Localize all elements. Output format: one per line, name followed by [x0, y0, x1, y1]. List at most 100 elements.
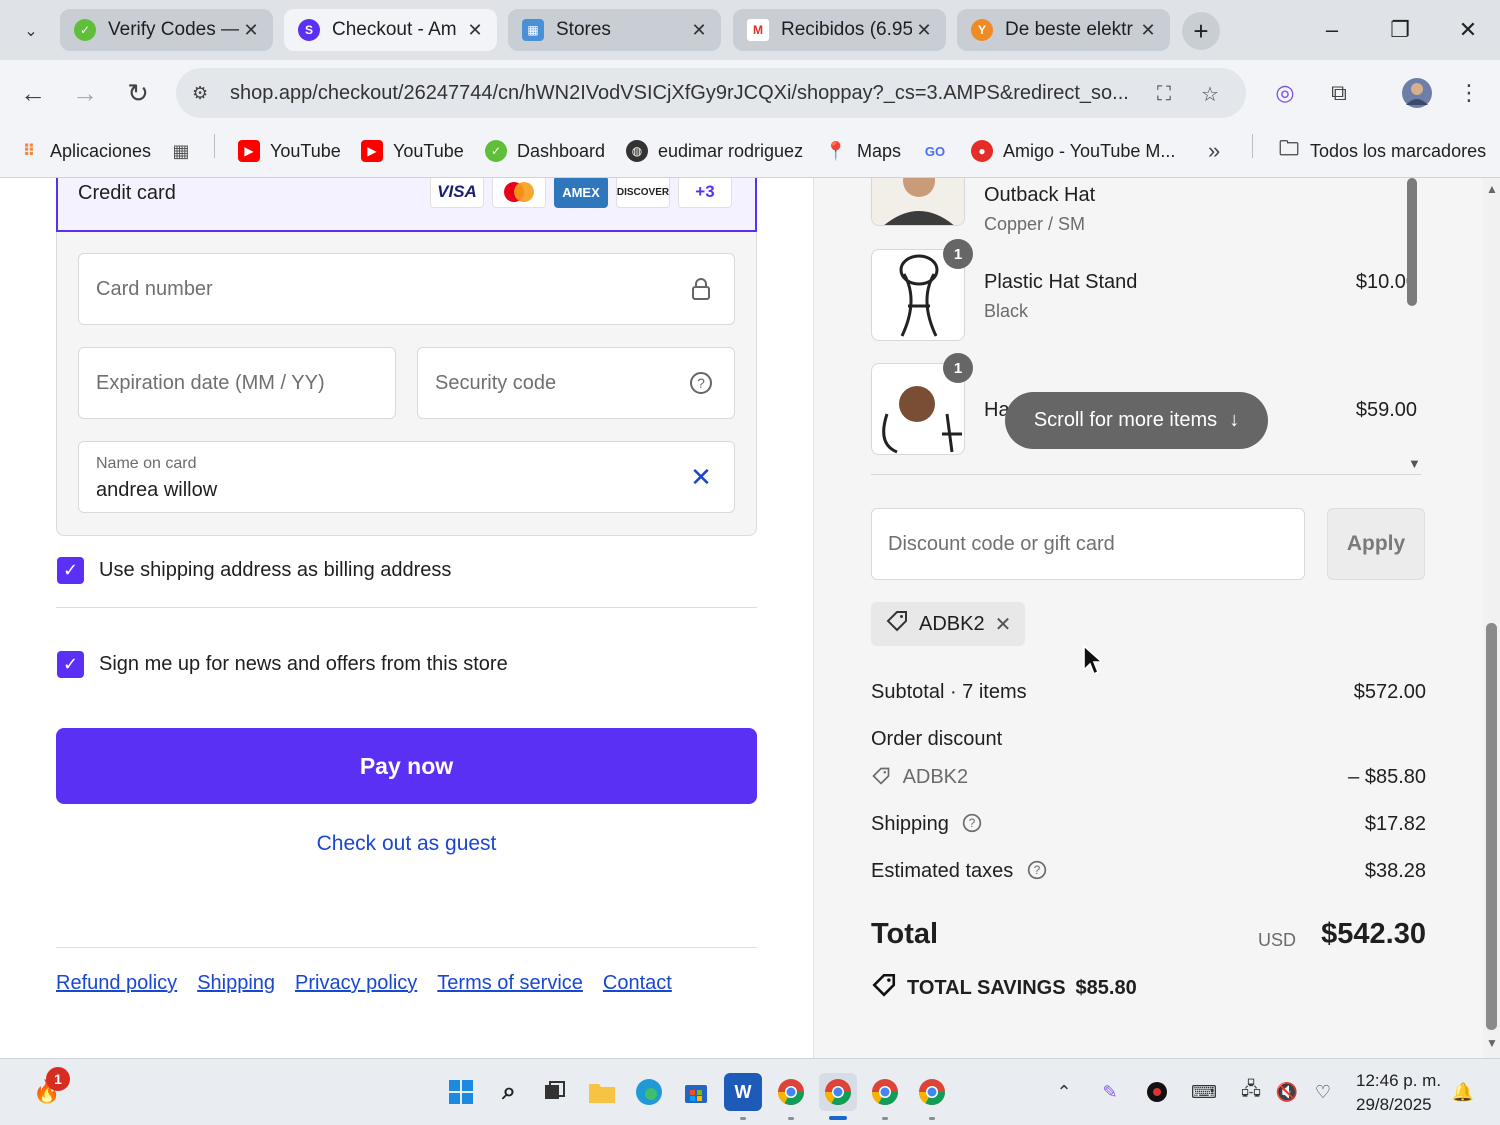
- search-icon[interactable]: ⌕: [490, 1073, 528, 1111]
- bookmark-dashboard[interactable]: ✓ Dashboard: [485, 136, 605, 166]
- total-row: Total USD $542.30: [871, 918, 1426, 950]
- help-icon[interactable]: ?: [1027, 860, 1047, 886]
- translate-icon[interactable]: ⛶: [1150, 80, 1178, 108]
- site-info-icon[interactable]: ⚙: [192, 83, 220, 104]
- shipping-link[interactable]: Shipping: [197, 972, 275, 995]
- reload-icon[interactable]: ↻: [119, 74, 157, 112]
- bookmark-amigo[interactable]: ● Amigo - YouTube M...: [971, 136, 1175, 166]
- item-list-scrollbar[interactable]: [1407, 178, 1417, 306]
- scroll-more-button[interactable]: Scroll for more items ↓: [1005, 392, 1268, 449]
- notifications-icon[interactable]: 🔔: [1448, 1077, 1478, 1107]
- credit-card-option[interactable]: Credit card VISA AMEX DISCOVER +3: [56, 178, 757, 232]
- expiration-date-field[interactable]: Expiration date (MM / YY): [78, 347, 396, 419]
- scroll-up-icon[interactable]: ▲: [1486, 182, 1498, 196]
- scroll-down-icon[interactable]: ▼: [1486, 1036, 1498, 1050]
- close-icon[interactable]: ✕: [912, 20, 936, 41]
- close-icon[interactable]: ✕: [1136, 20, 1160, 41]
- app-tray-icon[interactable]: [1142, 1077, 1172, 1107]
- battery-icon[interactable]: ♡: [1308, 1077, 1338, 1107]
- clock[interactable]: 12:46 p. m. 29/8/2025: [1356, 1069, 1441, 1117]
- chrome-icon[interactable]: [913, 1073, 951, 1111]
- amex-logo: AMEX: [554, 178, 608, 208]
- active-indicator: [829, 1116, 847, 1120]
- tab-search-icon[interactable]: ⌄: [14, 14, 48, 48]
- forward-icon[interactable]: →: [66, 74, 104, 112]
- tab-stores[interactable]: ▦ Stores ✕: [508, 9, 721, 51]
- svg-text:?: ?: [1034, 864, 1041, 877]
- pay-now-button[interactable]: Pay now: [56, 728, 757, 804]
- network-icon[interactable]: 🖧: [1236, 1077, 1266, 1107]
- tab-verify-codes[interactable]: ✓ Verify Codes — ✕: [60, 9, 273, 51]
- chrome-icon[interactable]: [866, 1073, 904, 1111]
- menu-icon[interactable]: ⋮: [1450, 74, 1488, 112]
- security-code-field[interactable]: Security code ?: [417, 347, 735, 419]
- chrome-icon[interactable]: [772, 1073, 810, 1111]
- bookmark-youtube-1[interactable]: ▶ YouTube: [238, 136, 341, 166]
- windows-start-icon[interactable]: [442, 1073, 480, 1111]
- task-view-icon[interactable]: [535, 1073, 573, 1111]
- name-on-card-field[interactable]: Name on card andrea willow ✕: [78, 441, 735, 513]
- newsletter-checkbox[interactable]: ✓: [57, 651, 84, 678]
- page-scrollbar[interactable]: ▲ ▼: [1483, 178, 1500, 1058]
- tab-gmail[interactable]: M Recibidos (6.95 ✕: [733, 9, 946, 51]
- order-summary: Outback Hat Copper / SM 1 Plastic Hat St…: [813, 178, 1483, 1058]
- discount-code-input[interactable]: Discount code or gift card: [871, 508, 1305, 580]
- bookmark-apps[interactable]: ⠿ Aplicaciones: [18, 136, 151, 166]
- billing-address-label[interactable]: Use shipping address as billing address: [99, 559, 451, 582]
- tag-icon: [871, 972, 897, 1004]
- list-item: 1 Plastic Hat Stand Black $10.00: [871, 239, 1417, 341]
- pen-icon[interactable]: ✎: [1095, 1077, 1125, 1107]
- discount-code-row: ADBK2 – $85.80: [871, 766, 1426, 792]
- remove-discount-icon[interactable]: ✕: [995, 612, 1012, 637]
- chrome-icon[interactable]: [819, 1073, 857, 1111]
- contact-link[interactable]: Contact: [603, 972, 672, 995]
- back-icon[interactable]: ←: [14, 74, 52, 112]
- close-icon[interactable]: ✕: [463, 20, 487, 41]
- card-number-field[interactable]: Card number: [78, 253, 735, 325]
- apps-grid-icon: ⠿: [22, 143, 36, 160]
- bookmark-all[interactable]: 🗀 Todos los marcadores: [1278, 136, 1486, 166]
- star-icon[interactable]: ☆: [1196, 80, 1224, 108]
- privacy-policy-link[interactable]: Privacy policy: [295, 972, 417, 995]
- help-icon[interactable]: ?: [962, 813, 982, 839]
- word-icon[interactable]: W: [724, 1073, 762, 1111]
- bookmark-youtube-2[interactable]: ▶ YouTube: [361, 136, 464, 166]
- refund-policy-link[interactable]: Refund policy: [56, 972, 177, 995]
- bookmark-maps[interactable]: 📍 Maps: [825, 136, 901, 166]
- address-bar[interactable]: ⚙ shop.app/checkout/26247744/cn/hWN2IVod…: [176, 68, 1246, 118]
- restore-icon[interactable]: ❐: [1380, 12, 1420, 48]
- divider: [56, 947, 757, 948]
- close-window-icon[interactable]: ✕: [1448, 12, 1488, 48]
- volume-muted-icon[interactable]: 🔇: [1272, 1077, 1302, 1107]
- edge-icon[interactable]: [630, 1073, 668, 1111]
- billing-address-checkbox[interactable]: ✓: [57, 557, 84, 584]
- bookmarks-overflow-icon[interactable]: »: [1208, 136, 1220, 166]
- tab-elektro[interactable]: Y De beste elektr ✕: [957, 9, 1170, 51]
- clear-icon[interactable]: ✕: [688, 462, 714, 492]
- extensions-icon[interactable]: ⧉: [1320, 74, 1358, 112]
- product-image: [871, 178, 965, 226]
- bookmark-tiles[interactable]: ▦: [170, 136, 202, 166]
- apply-button[interactable]: Apply: [1327, 508, 1425, 580]
- avatar[interactable]: [1398, 74, 1436, 112]
- bookmark-eudimar[interactable]: ◍ eudimar rodriguez: [626, 136, 803, 166]
- bookmark-go[interactable]: GO: [924, 136, 956, 166]
- green-leaf-icon: ✓: [74, 19, 96, 41]
- close-icon[interactable]: ✕: [239, 20, 263, 41]
- store-icon[interactable]: [677, 1073, 715, 1111]
- minimize-icon[interactable]: –: [1312, 12, 1352, 48]
- chevron-up-icon[interactable]: ⌃: [1049, 1077, 1079, 1107]
- new-tab-button[interactable]: +: [1182, 12, 1220, 50]
- scroll-down-icon[interactable]: ▼: [1408, 456, 1421, 471]
- notification-badge: 1: [46, 1067, 70, 1091]
- keyboard-icon[interactable]: ⌨: [1189, 1077, 1219, 1107]
- terms-of-service-link[interactable]: Terms of service: [437, 972, 583, 995]
- extension-purple-icon[interactable]: ◎: [1266, 74, 1304, 112]
- file-explorer-icon[interactable]: [583, 1073, 621, 1111]
- help-icon[interactable]: ?: [688, 370, 714, 396]
- close-icon[interactable]: ✕: [687, 20, 711, 41]
- tab-checkout[interactable]: S Checkout - Am ✕: [284, 9, 497, 51]
- page-scrollbar-thumb[interactable]: [1486, 623, 1497, 1030]
- newsletter-label[interactable]: Sign me up for news and offers from this…: [99, 653, 508, 676]
- music-icon: ●: [971, 140, 993, 162]
